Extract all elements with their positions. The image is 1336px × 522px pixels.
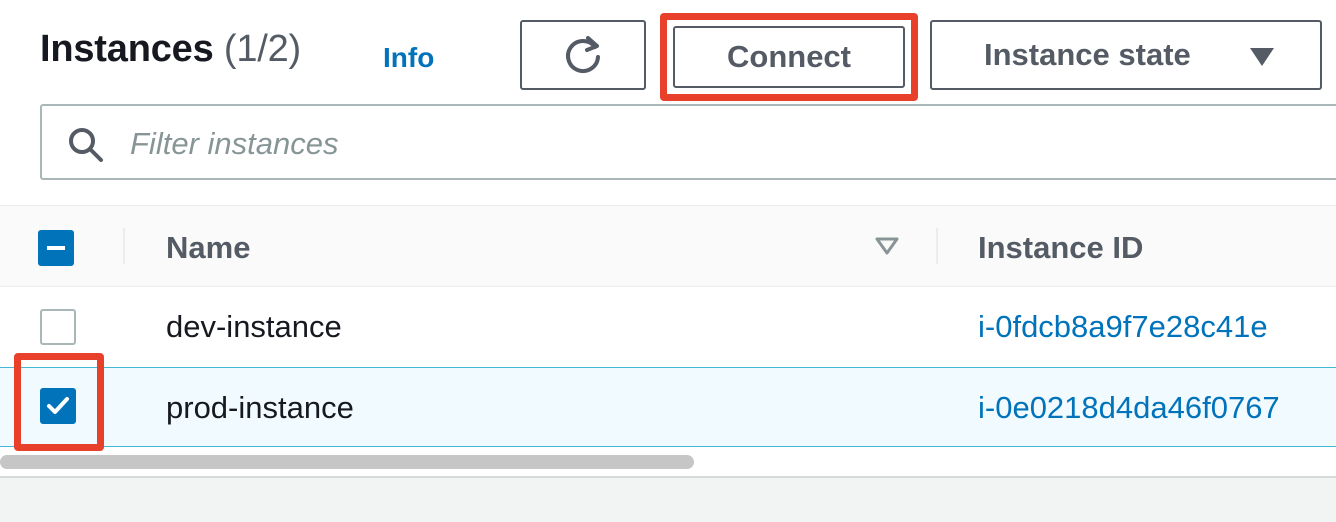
filter-instances-input[interactable] <box>128 120 932 168</box>
page-title: Instances (1/2) <box>40 28 301 71</box>
page-title-text: Instances <box>40 28 214 70</box>
selection-count: (1/2) <box>223 28 302 70</box>
instance-name: prod-instance <box>166 390 354 425</box>
filter-instances-box <box>40 104 1336 180</box>
instances-panel: Instances (1/2) Info Connect Instance st… <box>0 0 1336 478</box>
instance-id-link[interactable]: i-0fdcb8a9f7e28c41e <box>978 309 1268 345</box>
connect-button[interactable]: Connect <box>673 26 905 88</box>
refresh-button[interactable] <box>520 20 646 90</box>
table-row-selected[interactable]: prod-instance i-0e0218d4da46f0767 <box>0 367 1336 447</box>
instance-name: dev-instance <box>166 309 342 344</box>
column-divider <box>123 228 125 264</box>
horizontal-scrollbar[interactable] <box>0 455 694 469</box>
column-divider <box>936 228 938 264</box>
column-header-instance-id[interactable]: Instance ID <box>978 230 1143 266</box>
info-link[interactable]: Info <box>383 42 434 74</box>
row-checkbox-checked[interactable] <box>40 388 76 424</box>
refresh-icon <box>566 36 600 74</box>
select-all-checkbox[interactable] <box>38 230 74 266</box>
table-row[interactable]: dev-instance i-0fdcb8a9f7e28c41e <box>0 287 1336 368</box>
instance-state-dropdown[interactable]: Instance state <box>930 20 1322 90</box>
instance-state-label: Instance state <box>984 37 1191 72</box>
row-checkbox[interactable] <box>40 309 76 345</box>
sort-caret-icon[interactable] <box>874 236 900 256</box>
instance-id-link[interactable]: i-0e0218d4da46f0767 <box>978 390 1280 426</box>
table-header: Name Instance ID <box>0 205 1336 288</box>
indeterminate-icon <box>47 246 65 250</box>
caret-down-icon <box>1250 48 1274 66</box>
column-header-name[interactable]: Name <box>166 230 250 266</box>
search-icon <box>69 128 103 162</box>
checkmark-icon <box>47 397 69 414</box>
